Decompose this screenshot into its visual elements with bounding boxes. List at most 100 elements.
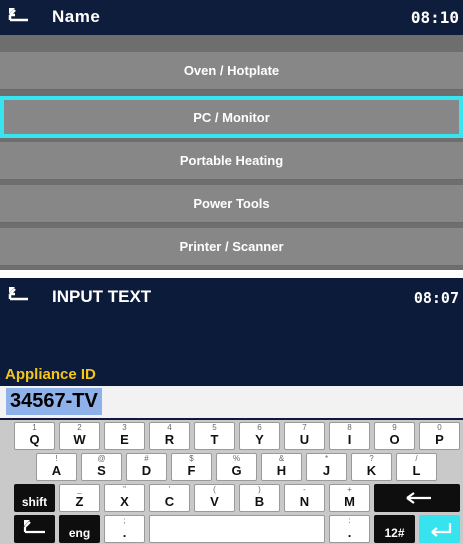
- key-m[interactable]: + M: [329, 484, 370, 512]
- key-f[interactable]: $ F: [171, 453, 212, 481]
- key-s[interactable]: @ S: [81, 453, 122, 481]
- key-label: A: [51, 463, 62, 478]
- key-w[interactable]: 2W: [59, 422, 100, 450]
- key-label: F: [187, 463, 196, 478]
- field-label: Appliance ID: [5, 366, 96, 383]
- key-label: J: [322, 463, 331, 478]
- key-label: T: [210, 432, 219, 447]
- key-h[interactable]: & H: [261, 453, 302, 481]
- appliance-id-field[interactable]: 34567-TV: [0, 386, 463, 418]
- list-item-label: PC / Monitor: [193, 109, 270, 125]
- key-label: E: [120, 432, 129, 447]
- key-y[interactable]: 6Y: [239, 422, 280, 450]
- key-alt: 8: [347, 423, 352, 432]
- key-x[interactable]: " X: [104, 484, 145, 512]
- shift-key[interactable]: shift: [14, 484, 55, 512]
- key-alt: _: [77, 485, 82, 494]
- key-label: I: [347, 432, 352, 447]
- key-alt: ?: [369, 454, 374, 463]
- key-alt: !: [55, 454, 58, 463]
- key-label: O: [389, 432, 400, 447]
- key-alt: 9: [392, 423, 397, 432]
- key-alt: @: [97, 454, 106, 463]
- back-arrow-icon: [23, 520, 45, 534]
- key-alt: 4: [167, 423, 172, 432]
- back-arrow-icon: [8, 287, 28, 301]
- back-button[interactable]: [6, 283, 34, 309]
- key-label: D: [141, 463, 152, 478]
- key-alt: 7: [302, 423, 307, 432]
- enter-key[interactable]: [419, 515, 460, 543]
- key-alt: $: [189, 454, 194, 463]
- key-z[interactable]: _ Z: [59, 484, 100, 512]
- key-alt: 0: [437, 423, 442, 432]
- key-label: P: [435, 432, 444, 447]
- backspace-key[interactable]: [374, 484, 460, 512]
- key-label: Z: [75, 494, 84, 509]
- key-u[interactable]: 7U: [284, 422, 325, 450]
- key-q[interactable]: 1Q: [14, 422, 55, 450]
- language-key[interactable]: eng: [59, 515, 100, 543]
- key-label: Q: [29, 432, 40, 447]
- key-g[interactable]: % G: [216, 453, 257, 481]
- mode-key[interactable]: 12#: [374, 515, 415, 543]
- list-item-pc-monitor[interactable]: PC / Monitor: [0, 96, 463, 138]
- key-label: V: [210, 494, 219, 509]
- list-item-printer-scanner[interactable]: Printer / Scanner: [0, 228, 463, 266]
- key-t[interactable]: 5T: [194, 422, 235, 450]
- input-text-screen: INPUT TEXT 08:07 Appliance ID 34567-TV 1…: [0, 278, 463, 544]
- title-bar: INPUT TEXT 08:07: [0, 278, 463, 318]
- field-value: 34567-TV: [6, 388, 102, 415]
- key-k[interactable]: ? K: [351, 453, 392, 481]
- key-p[interactable]: 0P: [419, 422, 460, 450]
- key-b[interactable]: ) B: [239, 484, 280, 512]
- title-bar: Name 08:10: [0, 0, 463, 35]
- key-a[interactable]: ! A: [36, 453, 77, 481]
- back-key[interactable]: [14, 515, 55, 543]
- key-j[interactable]: * J: [306, 453, 347, 481]
- key-label: R: [164, 432, 175, 447]
- page-title: INPUT TEXT: [52, 287, 152, 306]
- key-label: S: [97, 463, 106, 478]
- key-label: eng: [68, 526, 91, 540]
- key-alt: 3: [122, 423, 127, 432]
- key-r[interactable]: 4R: [149, 422, 190, 450]
- key-c[interactable]: ' C: [149, 484, 190, 512]
- list-item-portable-heating[interactable]: Portable Heating: [0, 142, 463, 180]
- clock: 08:07: [413, 289, 459, 307]
- key-label: K: [366, 463, 377, 478]
- key-alt: ": [123, 485, 126, 494]
- key-period[interactable]: ;.: [104, 515, 145, 543]
- key-v[interactable]: (V: [194, 484, 235, 512]
- key-n[interactable]: -N: [284, 484, 325, 512]
- list-item-label: Printer / Scanner: [179, 239, 284, 254]
- key-label: B: [254, 494, 265, 509]
- key-alt: 6: [257, 423, 262, 432]
- key-alt: 2: [77, 423, 82, 432]
- list-item-power-tools[interactable]: Power Tools: [0, 185, 463, 223]
- key-label: .: [122, 525, 127, 540]
- key-alt: ): [258, 485, 261, 494]
- key-label: C: [164, 494, 175, 509]
- key-alt: ': [168, 485, 171, 494]
- back-button[interactable]: [6, 4, 34, 30]
- list-item-oven-hotplate[interactable]: Oven / Hotplate: [0, 52, 463, 90]
- key-label: X: [120, 494, 129, 509]
- backspace-arrow-icon: [406, 492, 431, 504]
- key-alt: *: [324, 454, 329, 463]
- key-i[interactable]: 8I: [329, 422, 370, 450]
- key-alt: :: [348, 516, 351, 525]
- space-key[interactable]: [149, 515, 325, 543]
- key-label: .: [347, 525, 352, 540]
- key-alt: 5: [212, 423, 217, 432]
- page-title: Name: [52, 7, 101, 26]
- key-comma[interactable]: :.: [329, 515, 370, 543]
- key-alt: &: [278, 454, 285, 463]
- key-e[interactable]: 3E: [104, 422, 145, 450]
- key-l[interactable]: / L: [396, 453, 437, 481]
- key-o[interactable]: 9O: [374, 422, 415, 450]
- key-label: 12#: [384, 526, 405, 540]
- key-label: N: [299, 494, 310, 509]
- key-d[interactable]: # D: [126, 453, 167, 481]
- clock: 08:10: [410, 8, 459, 27]
